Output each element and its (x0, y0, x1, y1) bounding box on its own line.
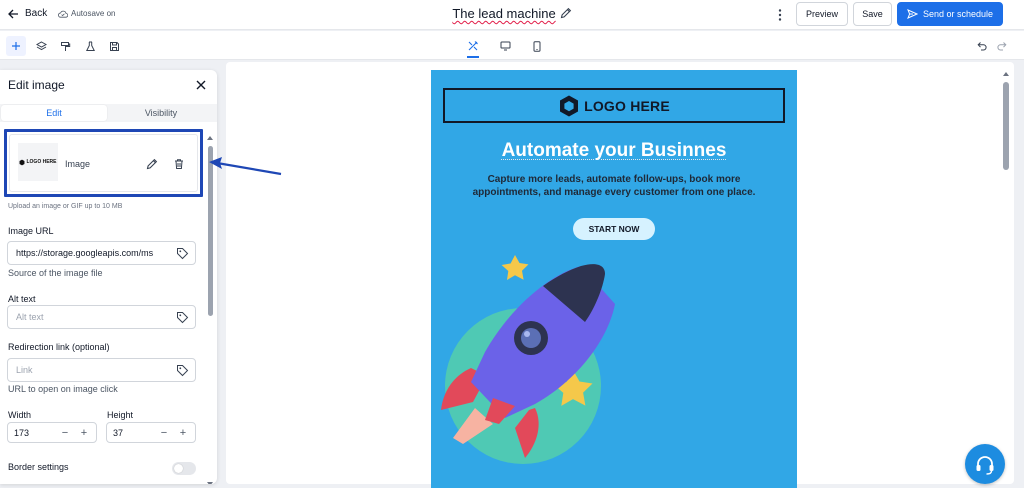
image-url-input[interactable] (16, 242, 174, 264)
panel-scrollbar[interactable] (207, 134, 213, 484)
redirect-hint: URL to open on image click (8, 384, 118, 394)
active-device-indicator (467, 56, 479, 58)
layers-button[interactable] (31, 36, 51, 56)
canvas-scrollbar[interactable] (1002, 72, 1010, 482)
redo-button[interactable] (991, 36, 1011, 56)
height-stepper: − + (106, 422, 196, 443)
add-element-button[interactable] (6, 36, 26, 56)
save-template-icon (109, 41, 119, 51)
back-button[interactable]: Back (8, 8, 47, 19)
save-button[interactable]: Save (853, 2, 892, 26)
tag-icon[interactable] (176, 247, 189, 260)
email-headline[interactable]: Automate your Businnes (431, 140, 797, 162)
cloud-check-icon (58, 10, 68, 18)
canvas-scroll-up[interactable] (1003, 72, 1009, 76)
redo-icon (996, 42, 1007, 51)
tab-edit[interactable]: Edit (1, 105, 107, 121)
panel-title: Edit image (8, 78, 65, 92)
layers-icon (35, 40, 47, 50)
support-chat-button[interactable] (965, 444, 1005, 484)
autosave-status: Autosave on (58, 9, 115, 18)
annotation-arrow (209, 157, 282, 176)
arrow-left-icon (8, 9, 18, 18)
alt-text-input[interactable] (16, 306, 174, 328)
logo-hexagon-icon (560, 95, 579, 116)
undo-icon (976, 42, 987, 51)
pencil-icon[interactable] (146, 158, 158, 170)
toggle-knob (174, 464, 183, 473)
thumbnail-logo: LOGO HERE (19, 159, 57, 166)
panel-tabs: Edit Visibility (0, 104, 217, 122)
headset-icon (976, 456, 994, 475)
height-input[interactable] (113, 423, 143, 442)
panel-scroll-up[interactable] (207, 136, 213, 140)
logo-hexagon-icon (20, 159, 25, 165)
upload-hint: Upload an image or GIF up to 10 MB (8, 203, 123, 210)
redirect-label: Redirection link (optional) (8, 342, 110, 352)
alt-text-field (7, 305, 196, 329)
top-bar: Back Autosave on The lead machine Previe… (0, 0, 1024, 30)
save-template-button[interactable] (104, 36, 124, 56)
star-icon (501, 255, 529, 280)
panel-scroll-down[interactable] (207, 482, 213, 484)
pencil-icon[interactable] (560, 7, 572, 19)
email-preview: LOGO HERE Automate your Businnes Capture… (431, 70, 797, 488)
paint-roller-icon (60, 41, 70, 51)
border-settings-toggle[interactable] (172, 462, 196, 475)
test-button[interactable] (80, 36, 100, 56)
edit-image-panel: Edit image Edit Visibility LOGO HERE Ima… (0, 70, 217, 484)
email-logo-text: LOGO HERE (584, 97, 670, 114)
tag-icon[interactable] (176, 364, 189, 377)
canvas-scroll-thumb[interactable] (1003, 82, 1009, 170)
thumbnail-text: LOGO HERE (26, 159, 57, 165)
tab-visibility[interactable]: Visibility (109, 105, 213, 121)
trash-icon[interactable] (173, 158, 185, 170)
width-input[interactable] (14, 423, 44, 442)
editor-toolbar (0, 31, 1024, 60)
width-label: Width (8, 410, 32, 420)
height-increase-button[interactable]: + (177, 427, 189, 439)
image-card[interactable]: LOGO HERE Image (4, 129, 203, 197)
image-url-hint: Source of the image file (8, 268, 103, 278)
redirect-input[interactable] (16, 359, 174, 381)
send-or-schedule-label: Send or schedule (922, 9, 994, 19)
height-decrease-button[interactable]: − (158, 427, 170, 439)
autosave-label: Autosave on (71, 9, 116, 18)
more-vertical-icon[interactable] (774, 8, 786, 22)
image-url-field (7, 241, 196, 265)
alt-text-label: Alt text (8, 294, 36, 304)
back-label: Back (25, 8, 48, 19)
close-icon[interactable] (195, 79, 207, 91)
image-card-inner: LOGO HERE Image (9, 134, 198, 192)
mobile-icon (533, 40, 541, 52)
email-subtext[interactable]: Capture more leads, automate follow-ups,… (459, 173, 769, 199)
height-label: Height (107, 410, 134, 420)
start-now-button[interactable]: START NOW (573, 218, 655, 240)
mobile-view-button[interactable] (527, 36, 547, 56)
styles-button[interactable] (55, 36, 75, 56)
flask-icon (85, 41, 95, 51)
image-url-label: Image URL (8, 226, 54, 236)
preview-button[interactable]: Preview (796, 2, 848, 26)
rocket-illustration[interactable] (431, 248, 797, 488)
image-card-label: Image (65, 159, 91, 169)
plus-icon (12, 42, 20, 50)
width-stepper: − + (7, 422, 97, 443)
send-or-schedule-button[interactable]: Send or schedule (897, 2, 1003, 26)
design-tools-button[interactable] (463, 36, 483, 56)
email-logo-block[interactable]: LOGO HERE (443, 88, 785, 123)
email-headline-text: Automate your Businnes (501, 140, 727, 161)
desktop-icon (500, 41, 510, 51)
document-title-text[interactable]: The lead machine (452, 6, 555, 21)
send-icon (907, 9, 918, 19)
undo-button[interactable] (972, 36, 992, 56)
width-decrease-button[interactable]: − (59, 427, 71, 439)
tag-icon[interactable] (176, 311, 189, 324)
image-thumbnail: LOGO HERE (18, 143, 58, 181)
border-settings-label: Border settings (8, 462, 69, 472)
design-tools-icon (468, 41, 478, 51)
desktop-view-button[interactable] (495, 36, 515, 56)
redirect-field (7, 358, 196, 382)
width-increase-button[interactable]: + (78, 427, 90, 439)
